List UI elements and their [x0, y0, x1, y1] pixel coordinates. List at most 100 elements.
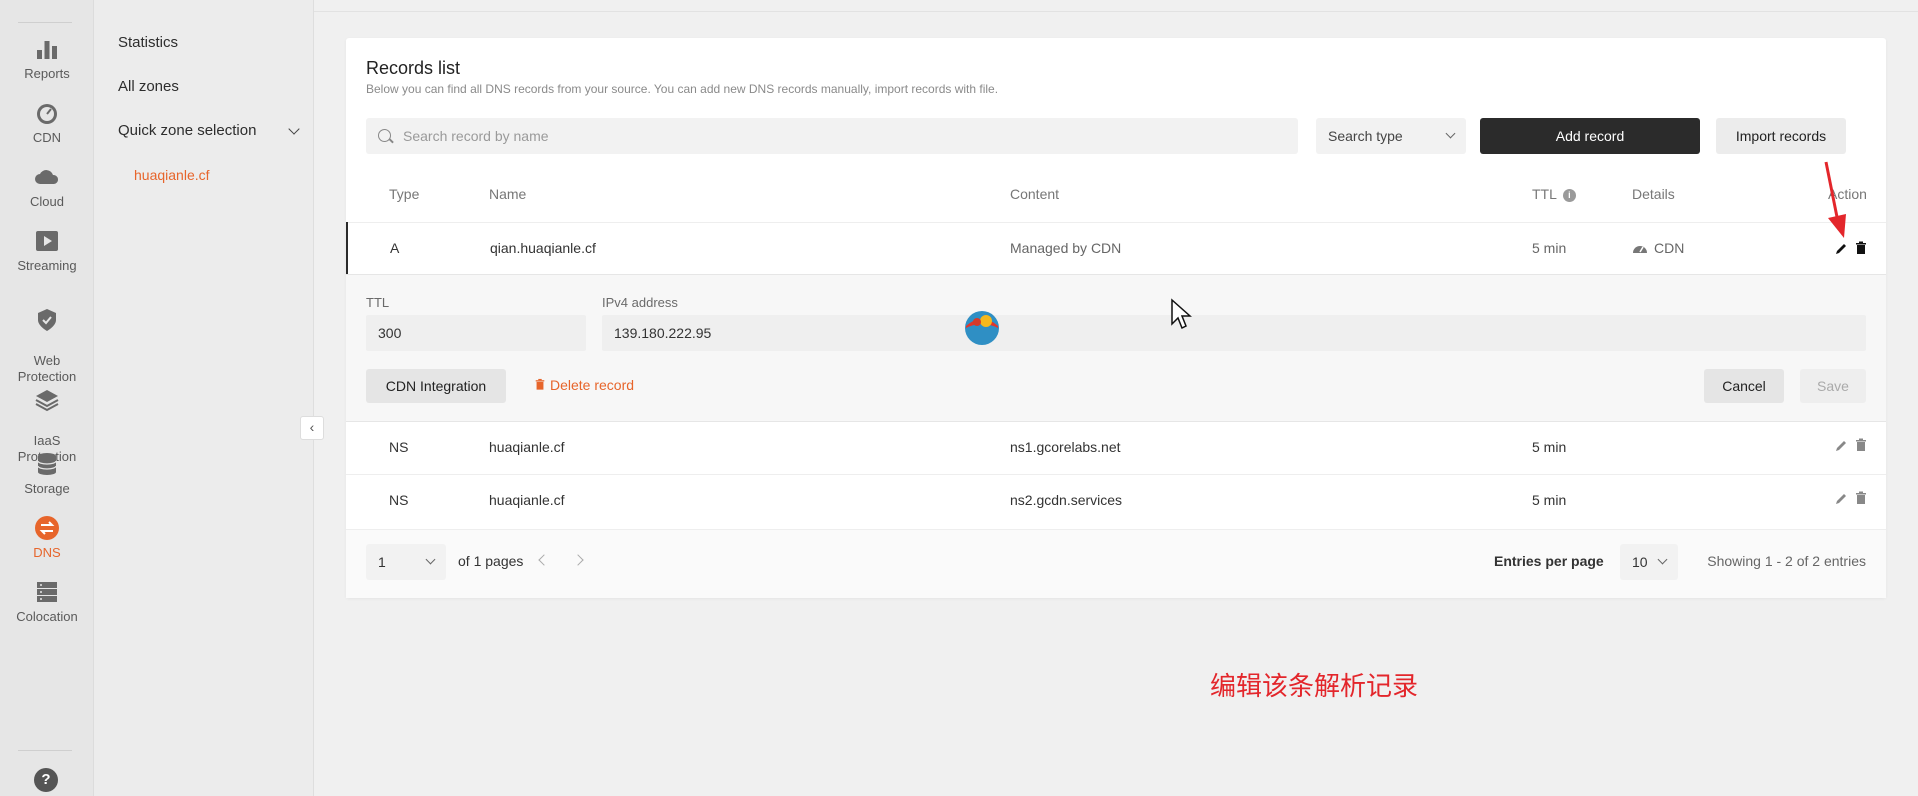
page-select[interactable]: 1 — [366, 544, 446, 580]
record-type: A — [390, 240, 400, 256]
trash-icon[interactable] — [1854, 438, 1868, 452]
record-name: huaqianle.cf — [489, 439, 565, 455]
server-rack-icon — [37, 582, 57, 602]
column-header-content: Content — [1010, 186, 1060, 202]
trash-icon — [535, 378, 545, 390]
page-title: Records list — [366, 58, 461, 78]
swap-arrows-icon — [35, 516, 59, 540]
cdn-integration-button[interactable]: CDN Integration — [366, 369, 506, 403]
column-header-name: Name — [489, 186, 527, 202]
chevron-left-icon: ‹ — [309, 419, 315, 435]
speedometer-icon — [1633, 246, 1647, 253]
chevron-down-icon — [425, 554, 436, 565]
annotation-caption: 编辑该条解析记录 — [1210, 671, 1419, 701]
rail-item-storage[interactable]: Storage — [0, 451, 94, 497]
page-subtitle: Below you can find all DNS records from … — [366, 82, 999, 96]
sidebar-item-zone[interactable]: huaqianle.cf — [134, 167, 210, 183]
record-type: NS — [389, 492, 409, 508]
rail-label-colocation: Colocation — [16, 609, 78, 624]
rail-label-streaming: Streaming — [17, 258, 77, 273]
records-card: Records list Below you can find all DNS … — [346, 38, 1886, 598]
trash-icon[interactable] — [1854, 241, 1868, 255]
rail-item-colocation[interactable]: Colocation — [0, 579, 94, 625]
record-ttl: 5 min — [1532, 492, 1567, 508]
cancel-button[interactable]: Cancel — [1704, 369, 1784, 403]
rail-label-reports: Reports — [24, 66, 70, 81]
ipv4-field[interactable] — [602, 315, 1866, 351]
cloud-icon — [35, 170, 59, 184]
details-label: CDN — [1654, 240, 1685, 256]
rail-item-dns[interactable]: DNS — [0, 515, 94, 561]
rail-label-cdn: CDN — [32, 130, 62, 145]
play-icon — [36, 231, 58, 251]
search-icon — [378, 129, 391, 142]
column-header-details: Details — [1632, 186, 1675, 202]
record-ttl: 5 min — [1532, 439, 1567, 455]
rail-label-cloud: Cloud — [30, 194, 64, 209]
column-header-type: Type — [389, 186, 420, 202]
rail-item-cloud[interactable]: Cloud — [0, 164, 94, 210]
entries-per-page-select[interactable]: 10 — [1620, 544, 1678, 580]
edit-record-panel: TTL IPv4 address CDN Integration Delete … — [346, 274, 1886, 422]
trash-icon[interactable] — [1854, 491, 1868, 505]
record-content: ns2.gcdn.services — [1010, 492, 1123, 508]
rail-label-storage: Storage — [24, 481, 70, 496]
previous-page-icon[interactable] — [538, 554, 550, 566]
collapse-sidebar-button[interactable]: ‹ — [300, 416, 324, 440]
chevron-down-icon — [288, 123, 300, 135]
chevron-down-icon — [1657, 554, 1668, 565]
page-select-value: 1 — [378, 554, 386, 570]
database-icon — [37, 453, 57, 475]
search-box[interactable] — [366, 118, 1298, 154]
record-ttl: 5 min — [1532, 240, 1567, 256]
table-row[interactable]: NS huaqianle.cf ns1.gcorelabs.net 5 min — [346, 422, 1886, 474]
edit-pencil-icon[interactable] — [1834, 439, 1848, 453]
delete-record-label: Delete record — [550, 377, 635, 393]
table-row[interactable]: NS huaqianle.cf ns2.gcdn.services 5 min — [346, 474, 1886, 526]
record-content: Managed by CDN — [1010, 240, 1122, 256]
quick-zone-label: Quick zone selection — [118, 122, 257, 139]
rail-item-cdn[interactable]: CDN — [0, 100, 94, 146]
page-count: of 1 pages — [458, 553, 524, 569]
icon-rail: Reports CDN Cloud Streaming Web Protecti… — [0, 0, 94, 796]
info-icon[interactable]: i — [1562, 188, 1576, 202]
search-type-select[interactable]: Search type — [1316, 118, 1466, 154]
ipv4-field-label: IPv4 address — [602, 295, 678, 310]
sidebar-item-statistics[interactable]: Statistics — [118, 34, 178, 51]
rail-label-dns: DNS — [33, 545, 61, 560]
top-divider — [314, 0, 1918, 12]
chevron-down-icon — [1445, 128, 1456, 139]
ttl-field[interactable] — [366, 315, 586, 351]
showing-entries: Showing 1 - 2 of 2 entries — [1707, 553, 1866, 569]
save-button[interactable]: Save — [1800, 369, 1866, 403]
ttl-field-label: TTL — [366, 295, 390, 310]
record-content: ns1.gcorelabs.net — [1010, 439, 1121, 455]
speedometer-icon — [37, 104, 57, 124]
entries-per-page-label: Entries per page — [1494, 553, 1604, 569]
next-page-icon[interactable] — [572, 554, 584, 566]
add-record-button[interactable]: Add record — [1480, 118, 1700, 154]
ttl-header-label: TTL — [1532, 186, 1557, 202]
floating-logo-icon — [965, 311, 999, 345]
zone-sidebar: Statistics All zones Quick zone selectio… — [94, 0, 314, 796]
delete-record-button[interactable]: Delete record — [534, 377, 634, 393]
sidebar-item-all-zones[interactable]: All zones — [118, 78, 179, 95]
record-details: CDN — [1632, 240, 1684, 256]
bar-chart-icon — [37, 41, 57, 59]
search-input[interactable] — [403, 118, 1283, 154]
rail-divider — [18, 750, 72, 751]
pagination-bar: 1 of 1 pages Entries per page 10 Showing… — [346, 529, 1886, 598]
quick-zone-selection[interactable]: Quick zone selection — [118, 122, 302, 139]
annotation-arrow-icon — [1824, 161, 1846, 238]
record-name: huaqianle.cf — [489, 492, 565, 508]
record-type: NS — [389, 439, 409, 455]
rail-item-streaming[interactable]: Streaming — [0, 228, 94, 274]
search-type-label: Search type — [1328, 128, 1403, 144]
table-row[interactable]: A qian.huaqianle.cf Managed by CDN 5 min… — [346, 222, 1886, 274]
column-header-ttl: TTL i — [1532, 186, 1576, 202]
edit-pencil-icon[interactable] — [1834, 242, 1848, 256]
help-icon[interactable]: ? — [34, 768, 58, 792]
rail-item-reports[interactable]: Reports — [0, 36, 94, 82]
import-records-button[interactable]: Import records — [1716, 118, 1846, 154]
edit-pencil-icon[interactable] — [1834, 492, 1848, 506]
